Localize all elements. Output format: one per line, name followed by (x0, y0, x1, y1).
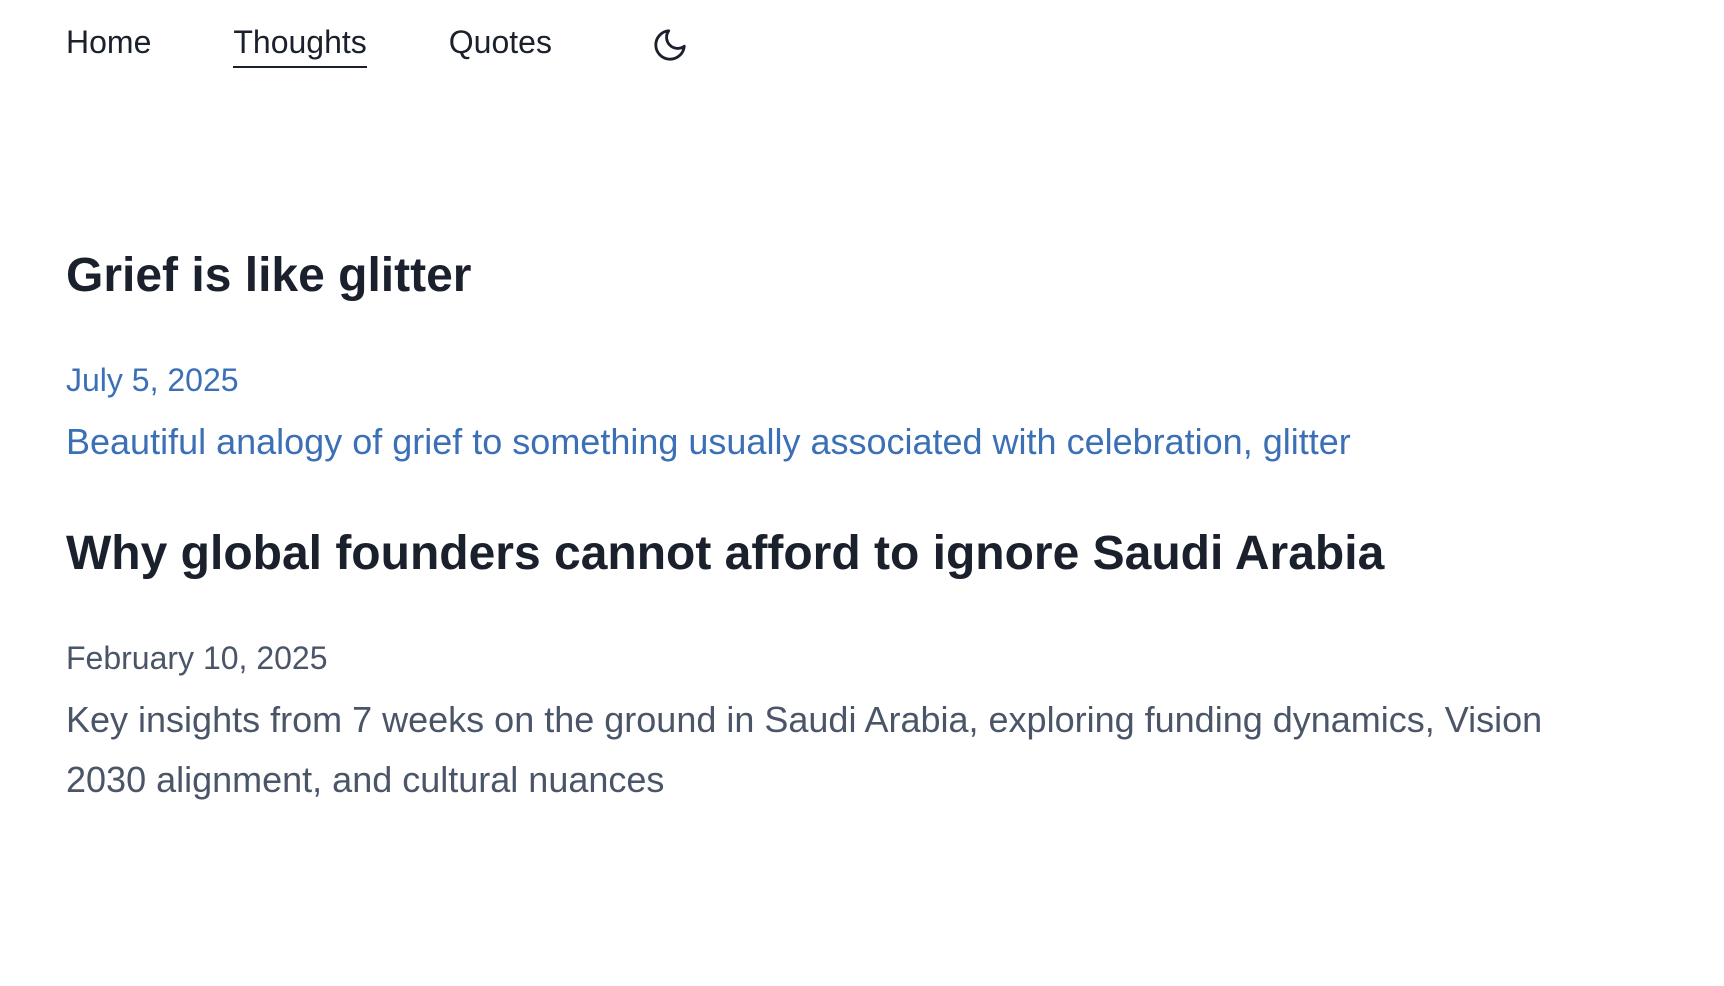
moon-icon (654, 29, 686, 61)
nav-link-home[interactable]: Home (66, 22, 151, 68)
post-title[interactable]: Why global founders cannot afford to ign… (66, 524, 1586, 584)
nav-link-thoughts[interactable]: Thoughts (233, 22, 367, 68)
nav-link-quotes[interactable]: Quotes (449, 22, 552, 68)
post-excerpt: Beautiful analogy of grief to something … (66, 421, 1351, 462)
post-date: February 10, 2025 (66, 640, 328, 676)
post-title[interactable]: Grief is like glitter (66, 246, 1586, 306)
post-date: July 5, 2025 (66, 362, 239, 398)
theme-toggle-button[interactable] (650, 25, 690, 65)
post-item[interactable]: Grief is like glitter July 5, 2025 Beaut… (66, 246, 1586, 472)
post-list: Grief is like glitter July 5, 2025 Beaut… (66, 246, 1586, 862)
post-item[interactable]: Why global founders cannot afford to ign… (66, 524, 1586, 810)
page: Home Thoughts Quotes Grief is like glitt… (0, 0, 1724, 986)
top-nav: Home Thoughts Quotes (66, 0, 690, 90)
post-excerpt: Key insights from 7 weeks on the ground … (66, 699, 1543, 800)
